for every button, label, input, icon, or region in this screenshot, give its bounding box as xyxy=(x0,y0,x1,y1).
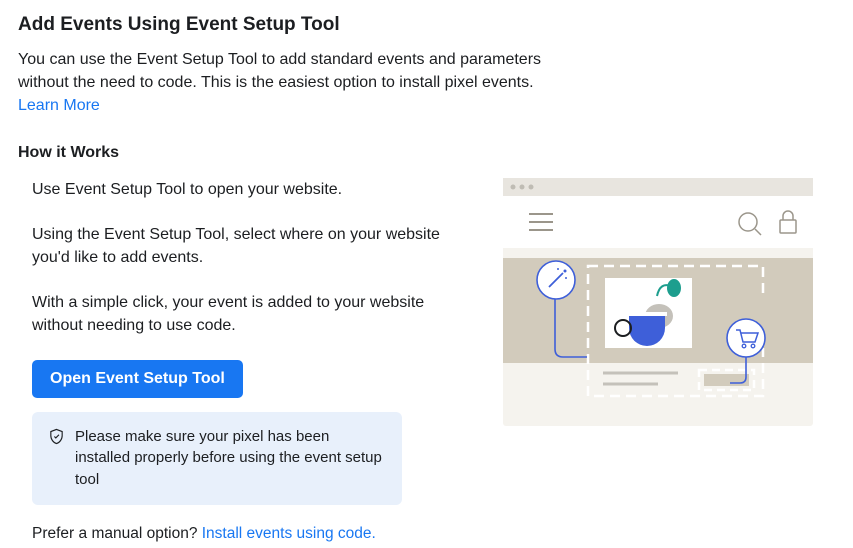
learn-more-link[interactable]: Learn More xyxy=(18,97,100,114)
content-row: Use Event Setup Tool to open your websit… xyxy=(18,178,835,543)
step-2: Using the Event Setup Tool, select where… xyxy=(32,223,462,269)
illustration xyxy=(503,178,813,431)
intro-paragraph: You can use the Event Setup Tool to add … xyxy=(18,48,578,118)
left-column: Use Event Setup Tool to open your websit… xyxy=(18,178,473,543)
manual-option-line: Prefer a manual option? Install events u… xyxy=(32,525,473,543)
step-1: Use Event Setup Tool to open your websit… xyxy=(32,178,462,201)
how-it-works-title: How it Works xyxy=(18,144,835,162)
open-event-setup-button[interactable]: Open Event Setup Tool xyxy=(32,360,243,398)
page-title: Add Events Using Event Setup Tool xyxy=(18,14,835,36)
step-3: With a simple click, your event is added… xyxy=(32,291,462,337)
intro-text: You can use the Event Setup Tool to add … xyxy=(18,51,541,91)
shield-icon xyxy=(48,428,65,450)
info-message: Please make sure your pixel has been ins… xyxy=(75,426,386,491)
info-box: Please make sure your pixel has been ins… xyxy=(32,412,402,505)
install-code-link[interactable]: Install events using code. xyxy=(202,525,376,542)
manual-prefix: Prefer a manual option? xyxy=(32,525,202,542)
